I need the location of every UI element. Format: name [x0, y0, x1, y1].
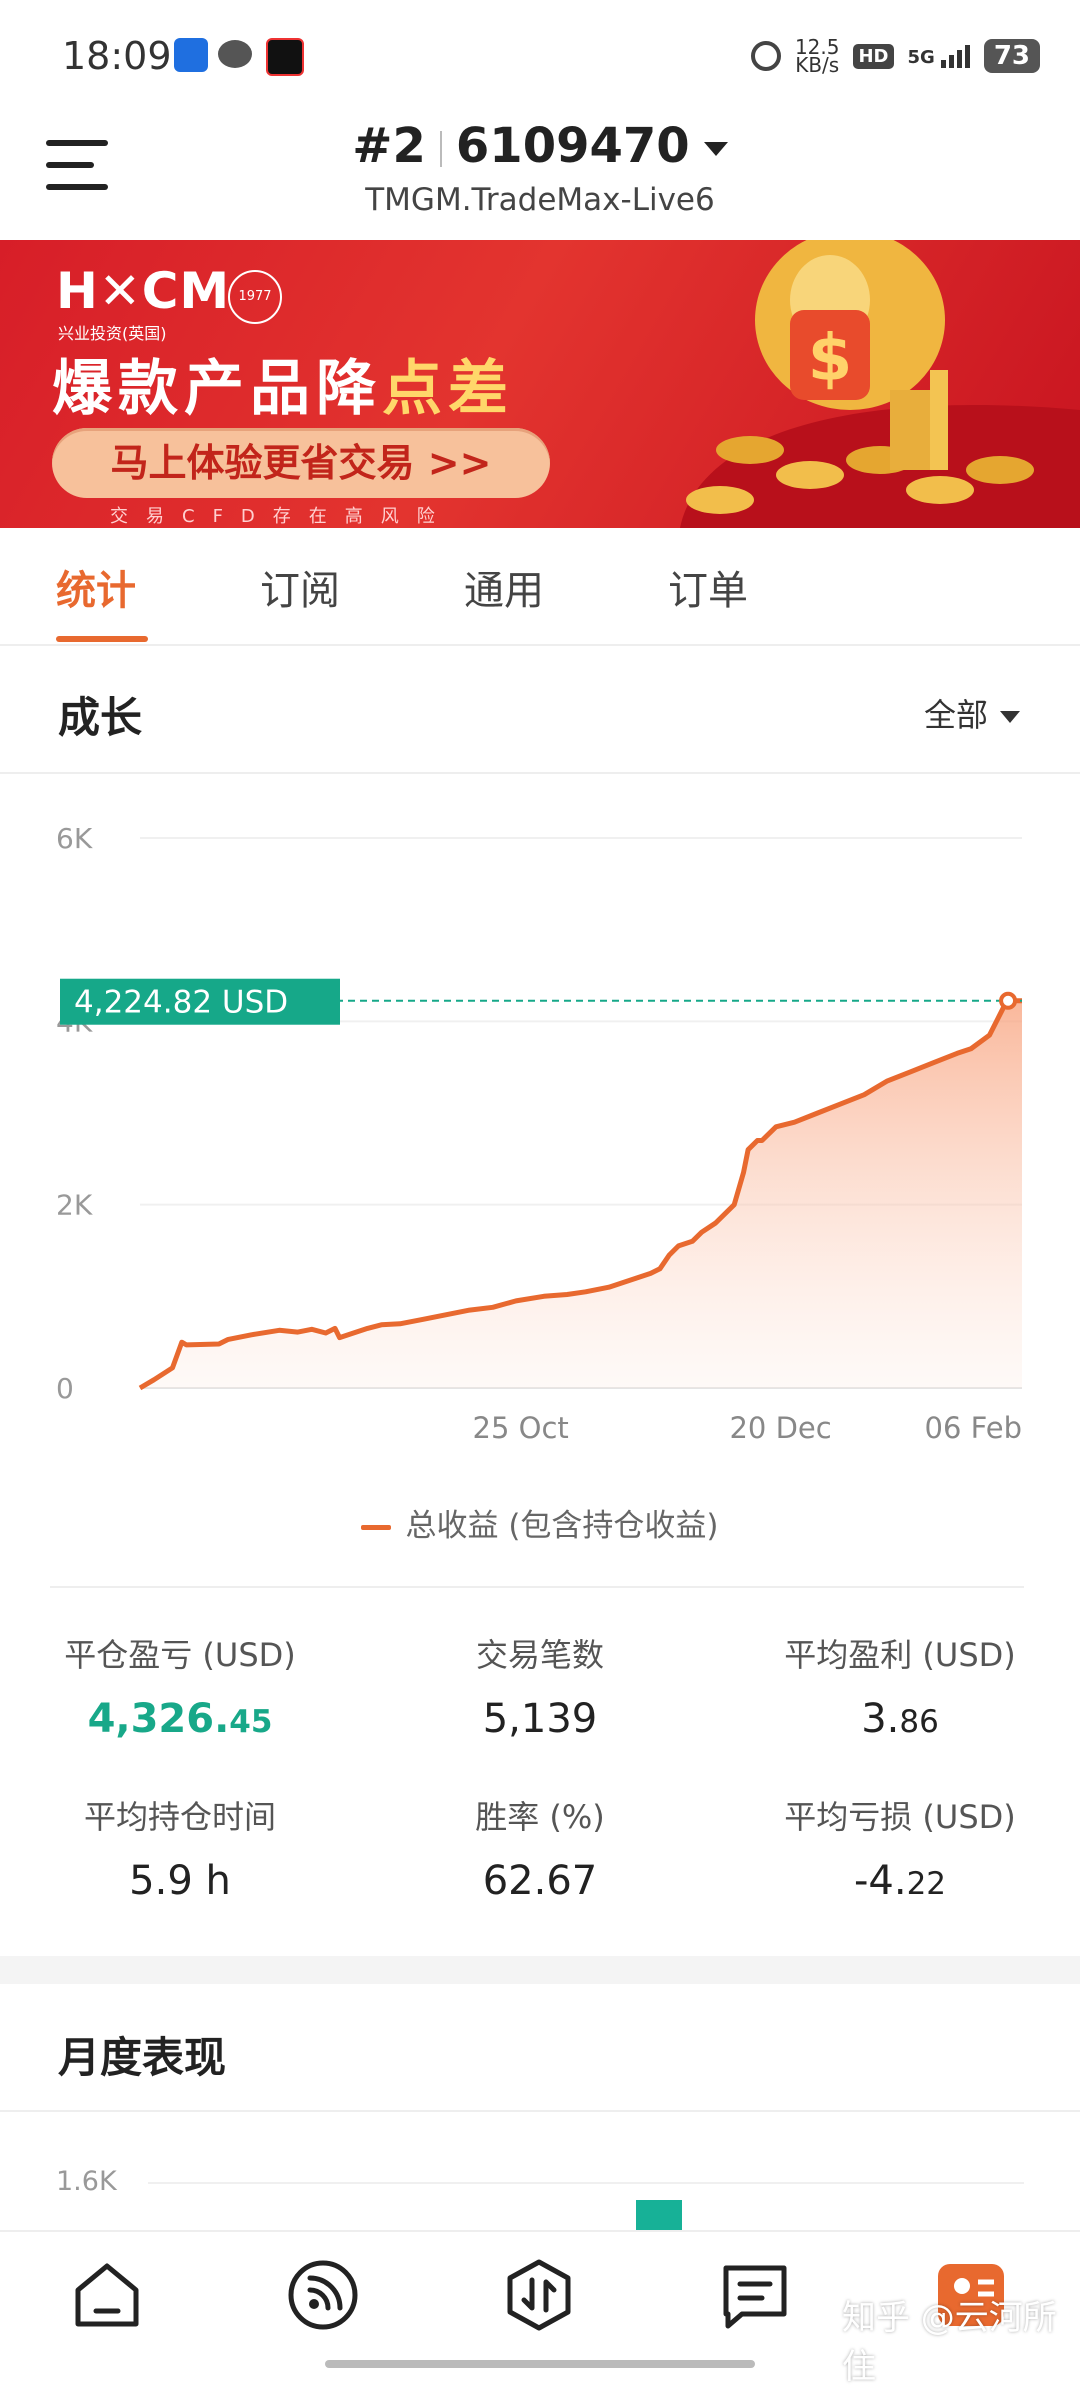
- stat-label: 平仓盈亏 (USD): [64, 1636, 296, 1674]
- divider: [0, 2110, 1080, 2112]
- stat-value: 4,326.45: [87, 1696, 273, 1742]
- stat-value: 3.86: [861, 1696, 939, 1742]
- trade-icon[interactable]: [500, 2256, 578, 2334]
- alarm-icon: [750, 41, 781, 71]
- account-selector[interactable]: #2 6109470: [0, 118, 1080, 174]
- section-title-monthly: 月度表现: [58, 2033, 227, 2082]
- chat-icon: [218, 40, 252, 68]
- promo-banner[interactable]: $ H✕CM 兴业投资(英国) 1977 爆款产品降点差 马上体验更省交易 >>…: [0, 240, 1080, 528]
- signal-icon: 5G: [908, 44, 970, 68]
- status-right: 12.5 KB/s HD 5G 73: [750, 35, 1040, 77]
- banner-logo: H✕CM: [56, 262, 231, 320]
- current-value-label: 4,224.82 USD: [74, 985, 288, 1021]
- banner-coins-illustration: $: [680, 240, 1080, 528]
- stat-label: 平均持仓时间: [83, 1798, 276, 1836]
- banner-since-badge: 1977: [228, 270, 282, 324]
- stat-label: 平均亏损 (USD): [784, 1798, 1016, 1836]
- legend-swatch: [361, 1525, 392, 1530]
- banner-cta-button[interactable]: 马上体验更省交易 >>: [52, 428, 550, 498]
- current-value-dot: [999, 991, 1018, 1010]
- clock: 18:09: [62, 34, 172, 78]
- tiktok-icon: [266, 38, 304, 76]
- hd-badge: HD: [853, 43, 894, 69]
- y-tick-label: 2K: [56, 1189, 93, 1222]
- tab-general[interactable]: 通用: [464, 558, 544, 616]
- home-icon[interactable]: [68, 2256, 146, 2334]
- monthly-y-tick: 1.6K: [56, 2166, 117, 2197]
- net-speed: 12.5 KB/s: [794, 35, 840, 77]
- y-tick-label: 6K: [56, 822, 93, 855]
- alipay-icon: [174, 38, 208, 72]
- server-name: TMGM.TradeMax-Live6: [365, 182, 715, 218]
- divider: [0, 772, 1080, 774]
- status-bar: 18:09 12.5 KB/s HD 5G 73: [0, 0, 1080, 110]
- stat-label: 胜率 (%): [475, 1798, 605, 1836]
- x-tick-label: 06 Feb: [925, 1411, 1022, 1445]
- section-title-growth: 成长: [58, 693, 143, 742]
- account-index: #2: [352, 118, 426, 174]
- caret-down-icon: [703, 142, 728, 156]
- section-separator: [0, 1956, 1080, 1984]
- messages-icon[interactable]: [716, 2256, 794, 2334]
- signal-feed-icon[interactable]: [284, 2256, 362, 2334]
- banner-risk-warning: 交易CFD存在高风险: [110, 506, 453, 527]
- stat-label: 平均盈利 (USD): [784, 1636, 1016, 1674]
- growth-chart[interactable]: 6K4K2K0 4,224.82 USD 25 Oct20 Dec06 Feb: [0, 790, 1080, 1520]
- banner-title: 爆款产品降点差: [52, 354, 514, 424]
- current-value-tag: 4,224.82 USD: [60, 978, 340, 1025]
- tab-active-indicator: [56, 636, 148, 642]
- tab-bar: 统计 订阅 通用 订单: [0, 528, 1080, 646]
- tab-statistics[interactable]: 统计: [56, 558, 136, 616]
- watermark: 知乎 @云河所住: [842, 2298, 1057, 2387]
- monthly-gridline: [148, 2182, 1024, 2184]
- y-tick-label: 0: [56, 1372, 74, 1405]
- stat-value: -4.22: [853, 1858, 947, 1904]
- range-dropdown[interactable]: 全部: [924, 690, 1020, 736]
- chart-legend: 总收益 (包含持仓收益): [0, 1500, 1080, 1545]
- caret-down-icon: [1000, 711, 1020, 723]
- battery-indicator: 73: [983, 39, 1040, 73]
- divider: [50, 1586, 1024, 1588]
- monthly-bar: [636, 2200, 682, 2230]
- stat-label: 交易笔数: [475, 1636, 604, 1674]
- stat-value: 62.67: [482, 1858, 598, 1904]
- legend-label: 总收益 (包含持仓收益): [405, 1508, 719, 1544]
- stat-value: 5.9 h: [129, 1858, 231, 1904]
- gesture-bar: [325, 2360, 755, 2368]
- stat-value: 5,139: [482, 1696, 598, 1742]
- svg-text:$: $: [808, 322, 853, 396]
- tab-orders[interactable]: 订单: [668, 558, 748, 616]
- tab-subscribe[interactable]: 订阅: [260, 558, 340, 616]
- account-number: 6109470: [455, 118, 690, 174]
- x-tick-label: 25 Oct: [473, 1411, 569, 1445]
- x-tick-label: 20 Dec: [729, 1411, 831, 1445]
